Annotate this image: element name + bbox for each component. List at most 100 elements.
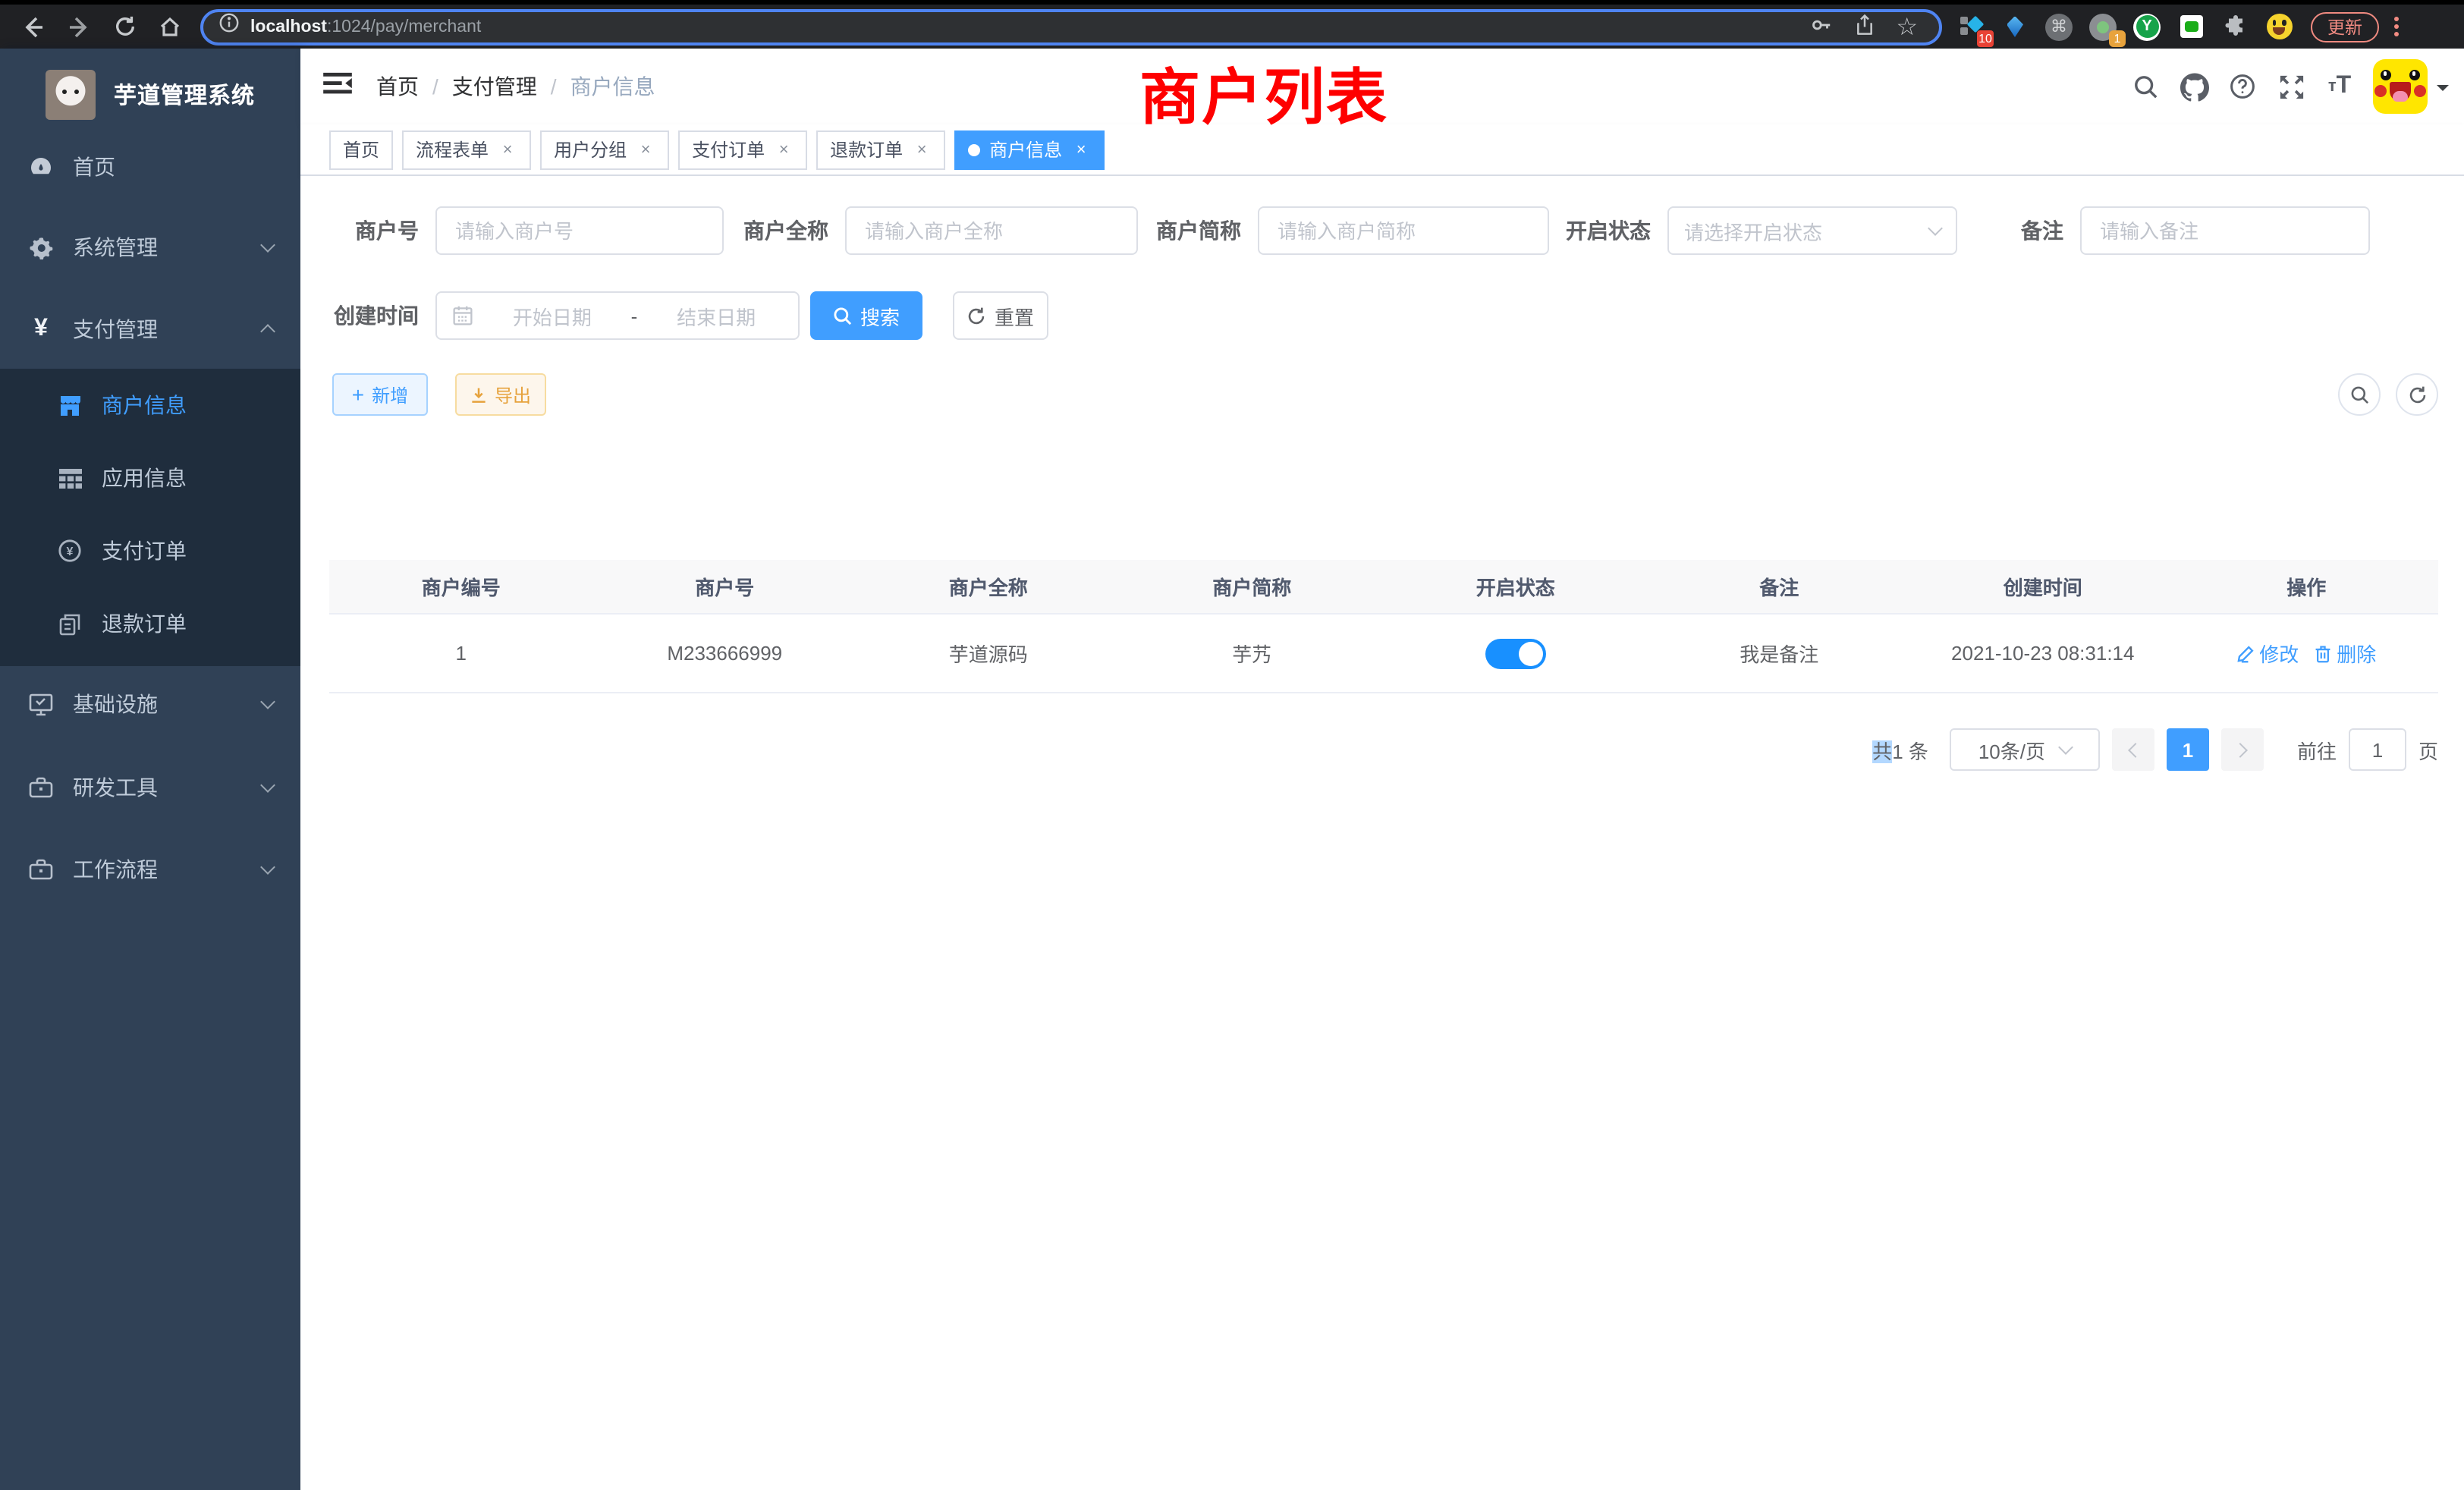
breadcrumb-home[interactable]: 首页: [376, 71, 419, 102]
share-icon[interactable]: [1853, 13, 1875, 40]
show-search-toggle-button[interactable]: [2338, 373, 2381, 416]
breadcrumb-pay[interactable]: 支付管理: [452, 71, 537, 102]
page-number-1[interactable]: 1: [2167, 728, 2209, 771]
user-avatar[interactable]: [2373, 59, 2428, 114]
browser-update-button[interactable]: 更新: [2311, 11, 2379, 42]
export-button[interactable]: 导出: [455, 373, 546, 416]
cell-create-time: 2021-10-23 08:31:14: [1911, 615, 2175, 692]
goto-page-input[interactable]: [2349, 728, 2406, 771]
active-dot: [968, 143, 980, 156]
logo-image: [46, 69, 96, 119]
goto-suffix: 页: [2418, 735, 2438, 764]
app-logo[interactable]: 芋道管理系统: [0, 61, 300, 127]
download-icon: [470, 386, 487, 403]
sidebar-item-pay-order[interactable]: ¥ 支付订单: [0, 514, 300, 587]
url-text[interactable]: localhost:1024/pay/merchant: [250, 17, 1809, 36]
add-button[interactable]: + 新增: [332, 373, 428, 416]
dashboard-icon: [29, 155, 53, 179]
sidebar-item-infra[interactable]: 基础设施: [0, 665, 300, 743]
monitor-icon: [29, 693, 53, 715]
info-icon[interactable]: [218, 12, 240, 41]
sidebar-item-devtools[interactable]: 研发工具: [0, 748, 300, 827]
profile-avatar-icon[interactable]: [2265, 13, 2293, 40]
prev-page-button[interactable]: [2112, 728, 2154, 771]
font-size-icon[interactable]: тT: [2315, 62, 2364, 111]
tag-pay-order[interactable]: 支付订单×: [678, 130, 807, 169]
navbar-actions: тT: [2121, 59, 2449, 114]
start-date-placeholder: 开始日期: [482, 301, 622, 330]
page-size-select[interactable]: 10条/页: [1950, 728, 2100, 771]
calendar-icon: [452, 305, 473, 326]
address-bar[interactable]: localhost:1024/pay/merchant ☆: [200, 8, 1942, 45]
grid-icon: [58, 468, 82, 488]
merchant-no-input[interactable]: [435, 206, 724, 255]
col-remark: 备注: [1648, 560, 1912, 613]
refresh-button[interactable]: [2396, 373, 2438, 416]
github-icon[interactable]: [2170, 62, 2218, 111]
status-select[interactable]: 请选择开启状态: [1667, 206, 1957, 255]
yen-icon: ¥: [29, 316, 53, 343]
reset-button[interactable]: 重置: [953, 291, 1048, 340]
extension-y-icon[interactable]: Y: [2133, 13, 2161, 40]
extension-grid-icon[interactable]: 10: [1957, 13, 1985, 40]
status-toggle[interactable]: [1485, 638, 1546, 668]
help-icon[interactable]: [2218, 62, 2267, 111]
merchant-table: 商户编号 商户号 商户全称 商户简称 开启状态 备注 创建时间 操作 1 M23…: [329, 560, 2438, 693]
key-icon[interactable]: [1809, 13, 1832, 40]
tag-user-group[interactable]: 用户分组×: [540, 130, 669, 169]
search-icon[interactable]: [2121, 62, 2170, 111]
sidebar-item-refund-order[interactable]: 退款订单: [0, 587, 300, 660]
close-icon[interactable]: ×: [774, 140, 794, 159]
tag-process-form[interactable]: 流程表单×: [402, 130, 531, 169]
close-icon[interactable]: ×: [636, 140, 655, 159]
tag-merchant-info[interactable]: 商户信息×: [954, 130, 1105, 169]
close-icon[interactable]: ×: [1071, 140, 1091, 159]
tag-home[interactable]: 首页: [329, 130, 393, 169]
fullscreen-icon[interactable]: [2267, 62, 2315, 111]
remark-input[interactable]: [2080, 206, 2370, 255]
extension-chat-icon[interactable]: [2177, 13, 2205, 40]
reload-icon[interactable]: [109, 11, 140, 42]
home-icon[interactable]: [155, 11, 185, 42]
search-button[interactable]: 搜索: [810, 291, 922, 340]
cell-merchant-id: 1: [329, 615, 593, 692]
create-time-range-picker[interactable]: 开始日期 - 结束日期: [435, 291, 800, 340]
cell-full-name: 芋道源码: [856, 615, 1120, 692]
sidebar-item-pay[interactable]: ¥ 支付管理: [0, 290, 300, 369]
puzzle-icon[interactable]: [2221, 13, 2249, 40]
filter-label-status: 开启状态: [1560, 206, 1651, 255]
full-name-input[interactable]: [845, 206, 1138, 255]
goto-label: 前往: [2297, 735, 2337, 764]
star-icon[interactable]: ☆: [1896, 11, 1918, 42]
tag-refund-order[interactable]: 退款订单×: [816, 130, 945, 169]
plus-icon: +: [352, 384, 364, 405]
extension-command-icon[interactable]: ⌘: [2045, 13, 2073, 40]
extension-kite-icon[interactable]: [2001, 13, 2029, 40]
back-icon[interactable]: [18, 11, 49, 42]
kebab-menu-icon[interactable]: [2385, 17, 2406, 36]
col-merchant-no: 商户号: [593, 560, 857, 613]
forward-icon[interactable]: [64, 11, 94, 42]
close-icon[interactable]: ×: [498, 140, 517, 159]
sidebar-item-workflow[interactable]: 工作流程: [0, 830, 300, 909]
col-create-time: 创建时间: [1911, 560, 2175, 613]
extension-recorder-icon[interactable]: 1: [2089, 13, 2117, 40]
edit-link[interactable]: 修改: [2236, 639, 2299, 668]
pagination-total: 共1 条: [1872, 735, 1928, 764]
next-page-button[interactable]: [2221, 728, 2264, 771]
sidebar-item-home[interactable]: 首页: [0, 127, 300, 206]
delete-link[interactable]: 删除: [2314, 639, 2376, 668]
browser-toolbar: localhost:1024/pay/merchant ☆ 10 ⌘ 1: [0, 0, 2464, 49]
hamburger-icon[interactable]: [323, 71, 352, 102]
filter-label-remark: 备注: [2009, 206, 2063, 255]
col-short-name: 商户简称: [1120, 560, 1384, 613]
sidebar-item-merchant-info[interactable]: 商户信息: [0, 369, 300, 442]
sidebar-item-app-info[interactable]: 应用信息: [0, 442, 300, 514]
short-name-input[interactable]: [1258, 206, 1549, 255]
chevron-down-icon: [1928, 221, 1943, 236]
close-icon[interactable]: ×: [912, 140, 932, 159]
pagination: 共1 条 10条/页 1 前往 页: [1872, 728, 2438, 771]
sidebar: 芋道管理系统 首页 系统管理 ¥ 支付管理: [0, 49, 300, 1490]
sidebar-item-system[interactable]: 系统管理: [0, 208, 300, 287]
caret-down-icon[interactable]: [2437, 85, 2449, 97]
